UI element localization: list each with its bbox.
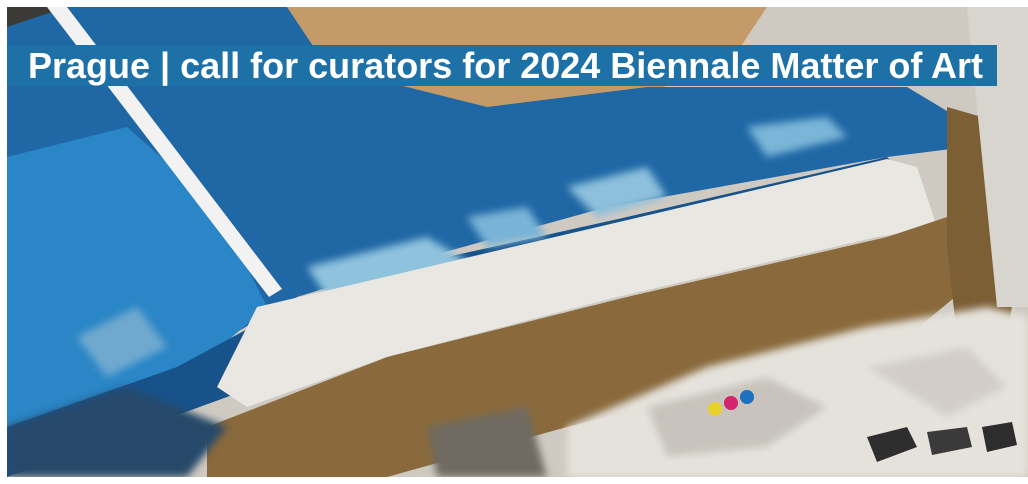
article-title-text: Prague | call for curators for 2024 Bien… xyxy=(7,45,998,86)
article-title: Prague | call for curators for 2024 Bien… xyxy=(7,37,1007,94)
article-card[interactable]: Prague | call for curators for 2024 Bien… xyxy=(7,7,1028,477)
card-bottom-border xyxy=(0,477,1028,484)
article-title-link[interactable]: Prague | call for curators for 2024 Bien… xyxy=(7,37,1007,94)
